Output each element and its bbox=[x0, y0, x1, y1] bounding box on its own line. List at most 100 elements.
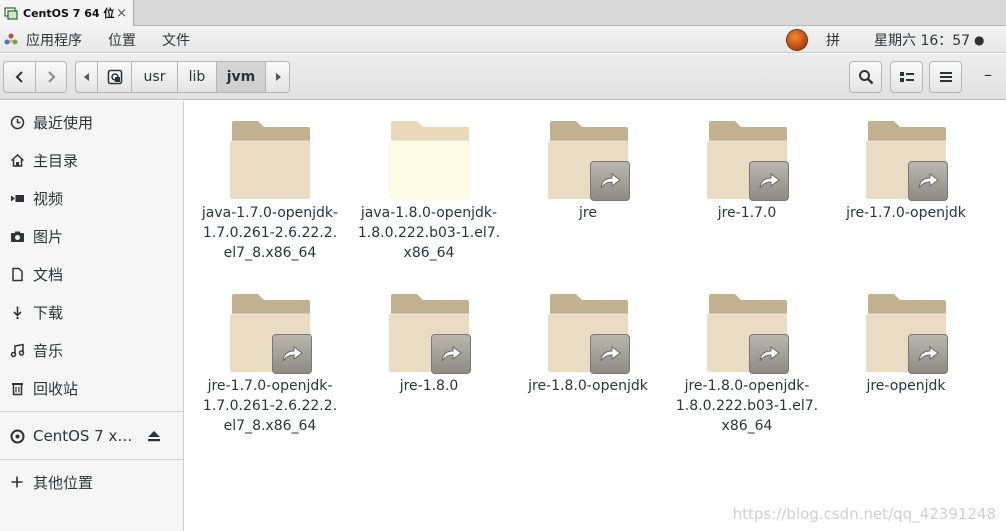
drive-icon bbox=[107, 69, 122, 85]
places-menu[interactable]: 位置 bbox=[108, 26, 136, 53]
path-root-button[interactable] bbox=[98, 61, 132, 93]
symlink-arrow-icon bbox=[431, 334, 471, 374]
chevron-left-icon bbox=[15, 71, 23, 83]
download-icon bbox=[9, 304, 25, 320]
file-name-line: jre-1.7.0-openjdk- bbox=[207, 378, 333, 394]
menu-button[interactable] bbox=[929, 61, 962, 93]
symlink-folder-item[interactable]: jre-1.7.0-openjdk- 1.7.0.261-2.6.22.2. el7… bbox=[191, 290, 349, 436]
vm-tab-strip: CentOS 7 64 位 × bbox=[0, 0, 1006, 26]
vm-tab-title: CentOS 7 64 位 bbox=[23, 7, 115, 20]
sidebar-item-music[interactable]: 音乐 bbox=[0, 331, 183, 369]
tray-app-icon[interactable] bbox=[786, 26, 810, 53]
clock[interactable]: 星期六 16：57 bbox=[874, 26, 970, 53]
file-name-line: jre bbox=[579, 205, 597, 221]
file-name-line: el7_8.x86_64 bbox=[223, 418, 317, 434]
eject-icon[interactable] bbox=[147, 429, 161, 443]
vm-tab-close-icon[interactable]: × bbox=[116, 6, 127, 21]
forward-button[interactable] bbox=[36, 61, 67, 93]
symlink-arrow-icon bbox=[590, 334, 630, 374]
sidebar-item-downloads[interactable]: 下载 bbox=[0, 293, 183, 331]
sidebar-item-label: 其他位置 bbox=[33, 473, 94, 492]
sidebar-item-device[interactable]: CentOS 7 x… bbox=[0, 417, 183, 455]
folder-icon bbox=[228, 117, 312, 201]
path-scroll-left-button[interactable] bbox=[75, 61, 98, 93]
sidebar-item-label: 文档 bbox=[33, 265, 64, 284]
file-name-line: java-1.8.0-openjdk- bbox=[360, 205, 498, 221]
sidebar-item-other-locations[interactable]: 其他位置 bbox=[0, 463, 183, 501]
path-segment-jvm[interactable]: jvm bbox=[217, 61, 266, 93]
clock-icon bbox=[9, 114, 25, 130]
gnome-apps-icon[interactable] bbox=[3, 26, 21, 53]
file-name: jre bbox=[509, 203, 667, 223]
music-icon bbox=[9, 342, 25, 358]
file-grid: java-1.7.0-openjdk- 1.7.0.261-2.6.22.2. el… bbox=[185, 101, 1006, 531]
back-button[interactable] bbox=[3, 61, 36, 93]
path-scroll-right-button[interactable] bbox=[266, 61, 290, 93]
symlink-arrow-icon bbox=[908, 161, 948, 201]
symlink-folder-item[interactable]: jre-1.7.0-openjdk bbox=[827, 117, 985, 223]
sidebar-item-videos[interactable]: 视频 bbox=[0, 179, 183, 217]
file-name-line: jre-1.8.0 bbox=[399, 378, 459, 394]
document-icon bbox=[9, 266, 25, 282]
file-name: jre-1.7.0 bbox=[668, 203, 826, 223]
symlink-folder-item[interactable]: jre-1.8.0-openjdk bbox=[509, 290, 667, 396]
sidebar-item-recent[interactable]: 最近使用 bbox=[0, 103, 183, 141]
sidebar-item-home[interactable]: 主目录 bbox=[0, 141, 183, 179]
applications-menu[interactable]: 应用程序 bbox=[26, 26, 82, 53]
file-name-line: 1.8.0.222.b03-1.el7. bbox=[357, 225, 501, 241]
file-name-line: x86_64 bbox=[721, 418, 773, 434]
arrow-left-icon bbox=[83, 73, 89, 81]
vm-icon bbox=[4, 7, 18, 20]
file-manager-toolbar: usr lib jvm bbox=[0, 54, 1006, 100]
list-view-icon bbox=[899, 72, 914, 82]
vm-tab[interactable]: CentOS 7 64 位 × bbox=[0, 0, 134, 26]
file-name-line: x86_64 bbox=[403, 245, 455, 261]
path-segment-lib[interactable]: lib bbox=[178, 61, 217, 93]
file-name-line: 1.7.0.261-2.6.22.2. bbox=[202, 225, 338, 241]
minimize-window-icon[interactable]: – bbox=[984, 67, 996, 83]
arrow-right-icon bbox=[275, 73, 281, 81]
disc-icon bbox=[9, 428, 25, 444]
view-mode-button[interactable] bbox=[890, 61, 923, 93]
sidebar-separator bbox=[0, 459, 183, 460]
sidebar-item-label: 下载 bbox=[33, 303, 64, 322]
watermark: https://blog.csdn.net/qq_42391248 bbox=[732, 505, 996, 523]
file-name: jre-1.7.0-openjdk bbox=[827, 203, 985, 223]
symlink-folder-item[interactable]: jre-1.8.0-openjdk- 1.8.0.222.b03-1.el7. x8… bbox=[668, 290, 826, 436]
file-name: jre-1.8.0-openjdk bbox=[509, 376, 667, 396]
file-menu[interactable]: 文件 bbox=[162, 26, 190, 53]
sidebar-item-pictures[interactable]: 图片 bbox=[0, 217, 183, 255]
file-name: jre-1.8.0-openjdk- 1.8.0.222.b03-1.el7. x8… bbox=[668, 376, 826, 436]
hamburger-menu-icon bbox=[939, 72, 952, 82]
file-name: jre-1.7.0-openjdk- 1.7.0.261-2.6.22.2. el7… bbox=[191, 376, 349, 436]
folder-icon bbox=[546, 117, 630, 201]
symlink-arrow-icon bbox=[908, 334, 948, 374]
file-name-line: jre-1.8.0-openjdk- bbox=[684, 378, 810, 394]
chevron-right-icon bbox=[48, 71, 56, 83]
file-name-line: jre-openjdk bbox=[866, 378, 946, 394]
search-button[interactable] bbox=[849, 61, 882, 93]
folder-item[interactable]: java-1.8.0-openjdk- 1.8.0.222.b03-1.el7. x… bbox=[350, 117, 508, 263]
path-segment-usr[interactable]: usr bbox=[132, 61, 178, 93]
status-dot-icon[interactable]: ● bbox=[974, 26, 984, 53]
folder-item[interactable]: java-1.7.0-openjdk- 1.7.0.261-2.6.22.2. el… bbox=[191, 117, 349, 263]
sidebar-item-documents[interactable]: 文档 bbox=[0, 255, 183, 293]
symlink-folder-item[interactable]: jre-1.7.0 bbox=[668, 117, 826, 223]
camera-icon bbox=[9, 228, 25, 244]
sidebar-item-label: 最近使用 bbox=[33, 113, 94, 132]
sidebar-item-trash[interactable]: 回收站 bbox=[0, 369, 183, 407]
sidebar-separator bbox=[0, 411, 183, 412]
symlink-folder-item[interactable]: jre-1.8.0 bbox=[350, 290, 508, 396]
folder-icon bbox=[864, 117, 948, 201]
symlink-folder-item[interactable]: jre bbox=[509, 117, 667, 223]
places-sidebar: 最近使用 主目录 视频 图片 文档 下载 音乐 回收站 CentOS 7 x… … bbox=[0, 101, 184, 531]
file-name-line: java-1.7.0-openjdk- bbox=[201, 205, 339, 221]
symlink-folder-item[interactable]: jre-openjdk bbox=[827, 290, 985, 396]
folder-icon bbox=[387, 117, 471, 201]
home-icon bbox=[9, 152, 25, 168]
input-method-indicator[interactable]: 拼 bbox=[826, 26, 840, 53]
folder-icon bbox=[705, 290, 789, 374]
file-name-line: 1.7.0.261-2.6.22.2. bbox=[202, 398, 338, 414]
plus-icon bbox=[9, 474, 25, 490]
folder-icon bbox=[864, 290, 948, 374]
